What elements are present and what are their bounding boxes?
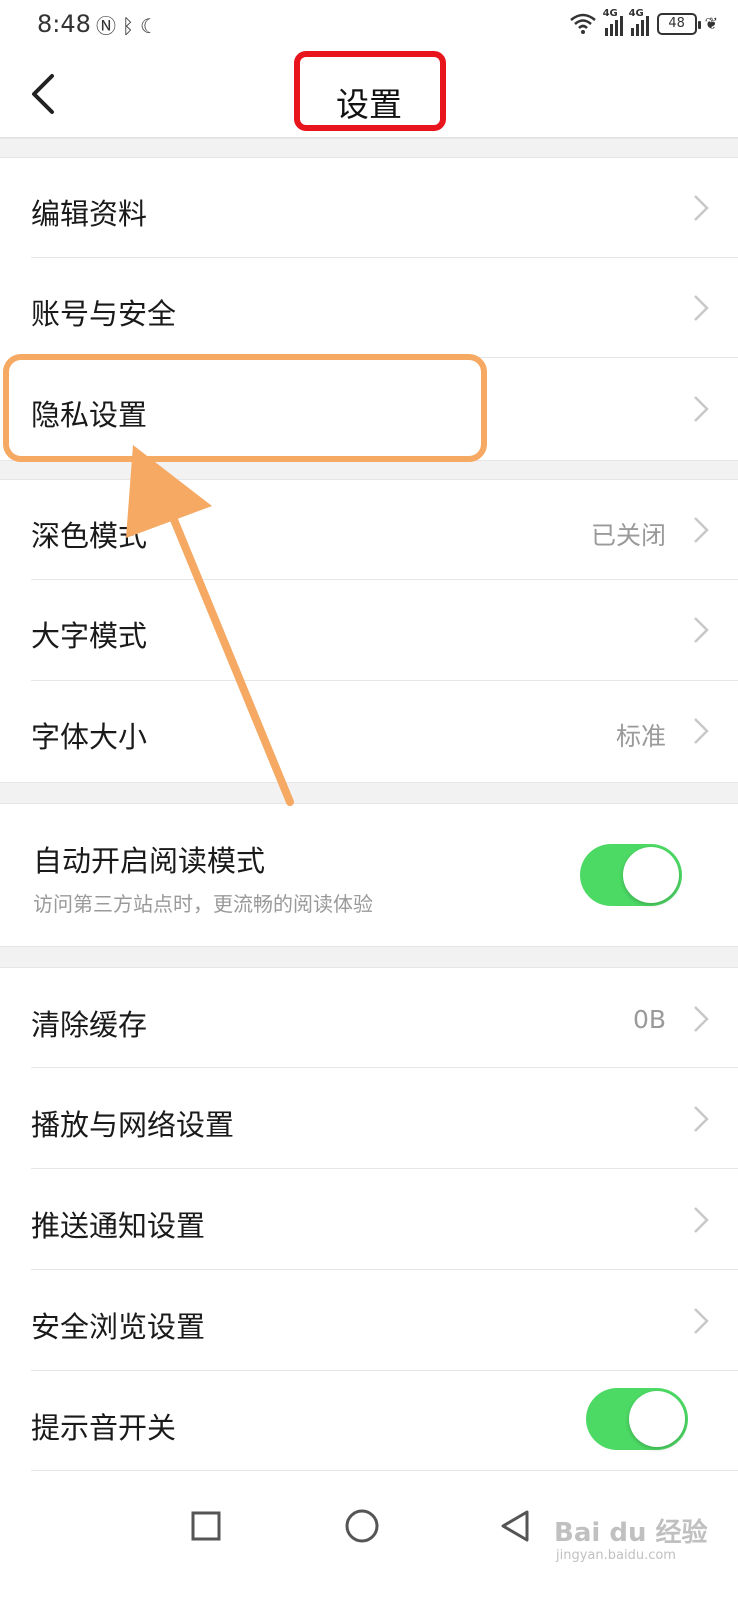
item-label: 推送通知设置 — [31, 1209, 206, 1243]
chevron-right-icon — [694, 1308, 709, 1334]
bluetooth-icon: ᛒ — [122, 14, 134, 38]
system-nav-bar — [0, 1480, 738, 1600]
group-gap — [0, 138, 738, 158]
item-label: 深色模式 — [31, 519, 148, 553]
item-label: 自动开启阅读模式 — [33, 844, 266, 878]
item-value: 已关闭 — [590, 521, 666, 550]
settings-item-sound-switch: 提示音开关 — [0, 1371, 738, 1471]
divider — [31, 1470, 738, 1471]
settings-item-push-notifications[interactable]: 推送通知设置 — [0, 1169, 738, 1270]
annotation-highlight-box — [3, 354, 487, 462]
signal-4g-icon: 4G — [603, 8, 623, 36]
settings-item-font-size[interactable]: 字体大小 标准 — [0, 681, 738, 782]
auto-reading-mode-toggle[interactable] — [580, 844, 682, 906]
toggle-knob — [623, 847, 679, 903]
item-value: 0B — [632, 1005, 666, 1034]
moon-icon: ☾ — [140, 14, 158, 38]
toggle-knob — [629, 1391, 685, 1447]
chevron-right-icon — [694, 1006, 709, 1032]
settings-item-large-text-mode[interactable]: 大字模式 — [0, 580, 738, 681]
chevron-right-icon — [694, 718, 709, 744]
recent-apps-icon[interactable] — [190, 1510, 222, 1542]
back-nav-icon[interactable] — [498, 1508, 532, 1544]
item-value: 标准 — [615, 722, 666, 751]
group-gap — [0, 946, 738, 968]
settings-item-auto-reading-mode: 自动开启阅读模式 访问第三方站点时，更流畅的阅读体验 — [0, 804, 738, 946]
item-label: 播放与网络设置 — [31, 1108, 235, 1142]
item-label: 编辑资料 — [31, 197, 148, 231]
chevron-right-icon — [694, 517, 709, 543]
sound-switch-toggle[interactable] — [586, 1388, 688, 1450]
settings-item-clear-cache[interactable]: 清除缓存 0B — [0, 968, 738, 1068]
battery-icon: 48 — [656, 13, 701, 35]
settings-item-account-security[interactable]: 账号与安全 — [0, 258, 738, 358]
status-icons-left: Ⓝ ᛒ ☾ — [96, 12, 158, 40]
group-gap — [0, 460, 738, 480]
nfc-icon: Ⓝ — [96, 14, 116, 38]
chevron-right-icon — [694, 1106, 709, 1132]
chevron-right-icon — [694, 195, 709, 221]
header: 设置 — [0, 51, 738, 138]
item-label: 字体大小 — [31, 720, 148, 754]
chevron-right-icon — [694, 295, 709, 321]
chevron-right-icon — [694, 1207, 709, 1233]
status-time: 8:48 — [37, 10, 91, 38]
item-label: 大字模式 — [31, 619, 148, 653]
item-label: 安全浏览设置 — [31, 1310, 206, 1344]
item-label: 账号与安全 — [31, 297, 177, 331]
status-bar: 8:48 Ⓝ ᛒ ☾ 4G 4G 48 ❦ — [0, 0, 738, 52]
settings-item-edit-profile[interactable]: 编辑资料 — [0, 158, 738, 258]
settings-item-safe-browsing[interactable]: 安全浏览设置 — [0, 1270, 738, 1371]
battery-level: 48 — [668, 16, 685, 31]
leaf-icon: ❦ — [704, 14, 718, 33]
chevron-right-icon — [694, 396, 709, 422]
settings-item-dark-mode[interactable]: 深色模式 已关闭 — [0, 480, 738, 580]
title-highlight-box — [294, 51, 446, 131]
settings-item-playback-network[interactable]: 播放与网络设置 — [0, 1068, 738, 1169]
item-label: 清除缓存 — [31, 1008, 148, 1042]
home-icon[interactable] — [344, 1508, 380, 1544]
item-label: 提示音开关 — [31, 1411, 177, 1445]
status-icons-right: 4G 4G 48 ❦ — [569, 8, 718, 38]
signal-4g-icon-2: 4G — [629, 8, 649, 36]
group-gap — [0, 782, 738, 804]
wifi-icon — [569, 13, 596, 34]
chevron-right-icon — [694, 617, 709, 643]
item-sublabel: 访问第三方站点时，更流畅的阅读体验 — [33, 892, 373, 916]
